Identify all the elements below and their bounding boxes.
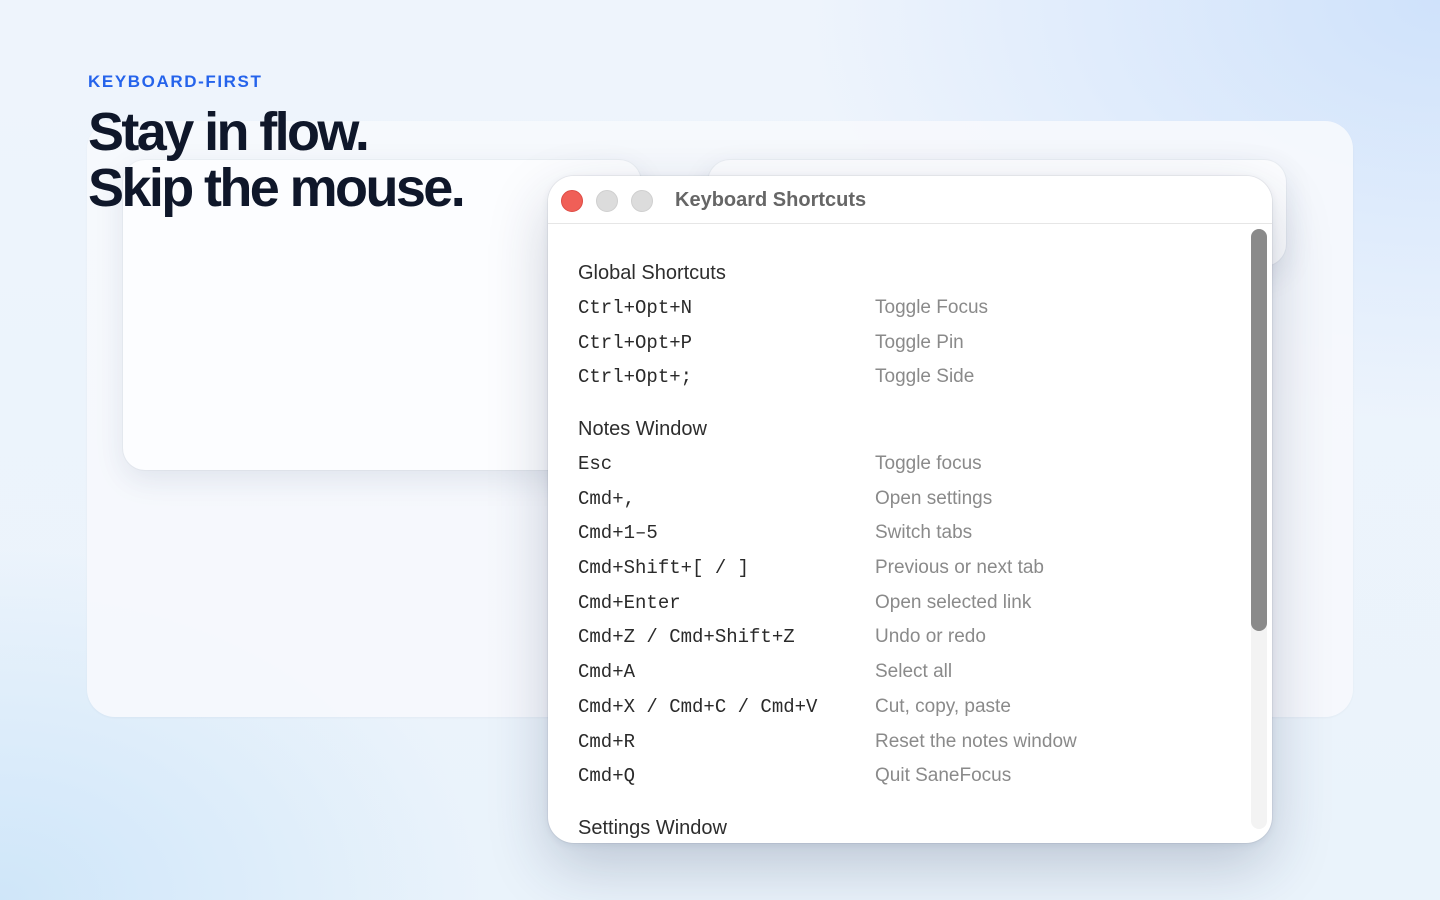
shortcut-row: Cmd+, Open settings <box>578 482 1218 517</box>
shortcut-row: Cmd+1–5 Switch tabs <box>578 516 1218 551</box>
shortcut-keys: Cmd+Z / Cmd+Shift+Z <box>578 626 795 649</box>
section-title: Global Shortcuts <box>578 262 726 284</box>
shortcut-keys: Ctrl+Opt+P <box>578 331 693 354</box>
shortcut-keys: Cmd+A <box>578 661 636 684</box>
shortcut-keys: Ctrl+Opt+N <box>578 297 693 319</box>
headline-line-2: Skip the mouse. <box>88 158 466 218</box>
section-title: Settings Window <box>578 817 727 839</box>
shortcut-action: Cut, copy, paste <box>875 695 1011 717</box>
zoom-window-button[interactable] <box>631 190 653 212</box>
shortcut-keys: Ctrl+Opt+; <box>578 366 693 389</box>
shortcut-keys: Cmd+Q <box>578 765 636 788</box>
shortcut-row: Cmd+X / Cmd+C / Cmd+V Cut, copy, paste <box>578 690 1218 725</box>
shortcut-action: Toggle focus <box>875 453 982 474</box>
section-global-shortcuts: Global Shortcuts Ctrl+Opt+N Toggle Focus… <box>578 256 1218 395</box>
shortcut-row: Ctrl+Opt+P Toggle Pin <box>578 326 1218 361</box>
shortcut-action: Undo or redo <box>875 626 986 648</box>
shortcut-action: Toggle Side <box>875 366 975 388</box>
shortcut-keys: Cmd+X / Cmd+C / Cmd+V <box>578 695 818 718</box>
close-window-button[interactable] <box>561 190 583 212</box>
section-notes-window: Notes Window Esc Toggle focus Cmd+, Open… <box>578 412 1218 794</box>
shortcut-action: Open selected link <box>875 591 1032 613</box>
shortcut-row: Cmd+R Reset the notes window <box>578 725 1218 760</box>
shortcut-action: Previous or next tab <box>875 557 1044 579</box>
shortcut-keys: Cmd+Enter <box>578 591 681 614</box>
shortcut-action: Toggle Focus <box>875 297 989 318</box>
shortcut-row: Cmd+Enter Open selected link <box>578 586 1218 621</box>
shortcut-keys: Cmd+Shift+[ / ] <box>578 557 750 580</box>
shortcut-row: Ctrl+Opt+; Toggle Side <box>578 360 1218 395</box>
shortcut-row: Ctrl+Opt+N Toggle Focus <box>578 291 1218 326</box>
shortcuts-list[interactable]: Global Shortcuts Ctrl+Opt+N Toggle Focus… <box>548 224 1272 843</box>
minimize-window-button[interactable] <box>596 190 618 212</box>
shortcut-action: Quit SaneFocus <box>875 765 1012 787</box>
shortcut-keys: Esc <box>578 453 613 475</box>
shortcut-action: Toggle Pin <box>875 331 964 353</box>
headline: Stay in flow. Skip the mouse. <box>88 102 466 218</box>
shortcut-action: Open settings <box>875 487 993 509</box>
scrollbar-thumb[interactable] <box>1251 229 1267 631</box>
shortcut-row: Cmd+A Select all <box>578 655 1218 690</box>
shortcut-row: Cmd+Shift+[ / ] Previous or next tab <box>578 551 1218 586</box>
section-title: Notes Window <box>578 418 707 440</box>
eyebrow-label: KEYBOARD-FIRST <box>88 72 263 91</box>
shortcut-action: Switch tabs <box>875 522 973 544</box>
headline-line-1: Stay in flow. <box>88 102 370 162</box>
title-bar[interactable]: Keyboard Shortcuts <box>548 176 1272 224</box>
keyboard-shortcuts-window: Keyboard Shortcuts Global Shortcuts Ctrl… <box>548 176 1272 843</box>
shortcut-keys: Cmd+R <box>578 730 636 753</box>
shortcut-row: Cmd+Q Quit SaneFocus <box>578 759 1218 794</box>
shortcut-keys: Cmd+, <box>578 487 636 510</box>
shortcut-action: Select all <box>875 661 953 683</box>
shortcut-action: Reset the notes window <box>875 730 1077 752</box>
section-settings-window: Settings Window <box>578 811 1218 843</box>
shortcut-keys: Cmd+1–5 <box>578 522 658 545</box>
shortcut-row: Cmd+Z / Cmd+Shift+Z Undo or redo <box>578 620 1218 655</box>
window-title: Keyboard Shortcuts <box>675 189 867 211</box>
shortcut-row: Esc Toggle focus <box>578 447 1218 482</box>
